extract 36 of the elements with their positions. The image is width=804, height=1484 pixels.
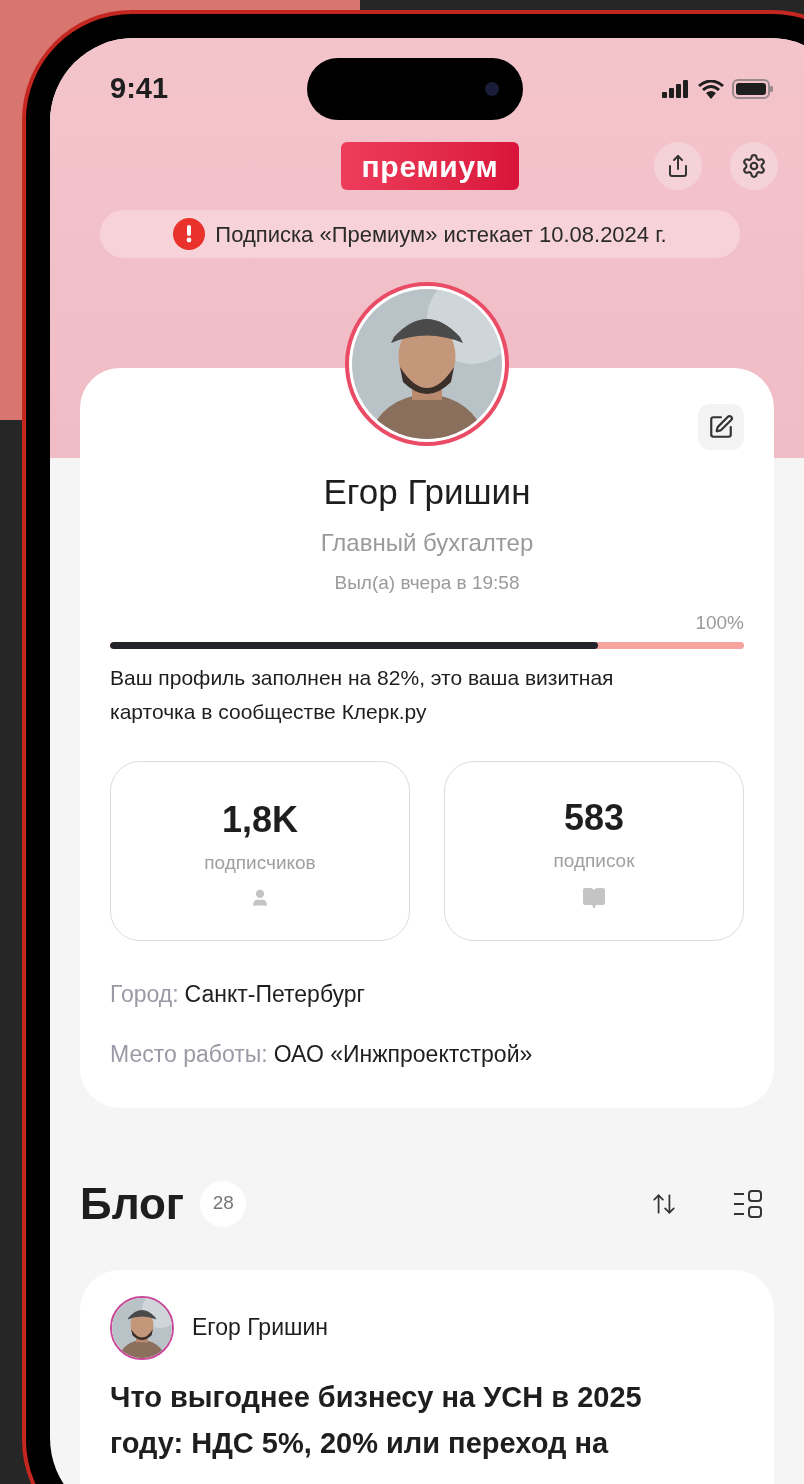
progress-label: 100% (695, 611, 744, 635)
book-icon (582, 885, 606, 910)
status-time: 9:41 (110, 71, 169, 107)
alert-text: Подписка «Премиум» истекает 10.08.2024 г. (215, 220, 667, 249)
stat-label: подписчиков (204, 851, 316, 876)
share-button[interactable] (654, 142, 702, 190)
blog-count: 28 (200, 1180, 247, 1227)
detail-value: Санкт-Петербург (184, 979, 365, 1009)
signal-icon (662, 80, 690, 98)
profile-description: Ваш профиль заполнен на 82%, это ваша визитная карточка в сообществе Клерк.ру (110, 664, 615, 725)
detail-label: Место работы: (110, 1040, 268, 1069)
blog-title: Блог (80, 1177, 185, 1230)
settings-button[interactable] (730, 142, 778, 190)
post-title: Что выгоднее бизнесу на УСН в 2025 году: НДС 5%, 20% или переход на (110, 1379, 643, 1461)
detail-value: ОАО «Инжпроектстрой» (273, 1040, 533, 1069)
share-icon (666, 154, 690, 178)
detail-label: Город: (110, 979, 179, 1009)
stat-card[interactable]: 1,8K подписчиков (110, 760, 410, 941)
edit-button[interactable] (698, 404, 744, 450)
premium-badge: премиум (341, 142, 519, 190)
profile-name: Егор Гришин (323, 471, 531, 513)
post-author: Егор Гришин (192, 1313, 328, 1343)
stat-value: 1,8K (221, 798, 298, 843)
post-card[interactable]: Егор Гришин Что выгоднее бизнесу на УСН в 2025 году: НДС 5%, 20% или переход на (80, 1269, 774, 1484)
settings-icon (741, 153, 767, 179)
wifi-icon (698, 79, 724, 99)
warning-icon (173, 218, 206, 250)
edit-icon (708, 414, 734, 440)
stat-card[interactable]: 583 подписок (444, 760, 744, 941)
layout-icon (732, 1187, 764, 1220)
battery-icon (732, 79, 774, 99)
stat-value: 583 (563, 796, 625, 841)
person-icon (250, 887, 270, 908)
profile-position: Главный бухгалтер (320, 527, 534, 558)
stat-label: подписок (553, 849, 635, 874)
last-seen: Выл(а) вчера в 19:58 (334, 570, 520, 595)
